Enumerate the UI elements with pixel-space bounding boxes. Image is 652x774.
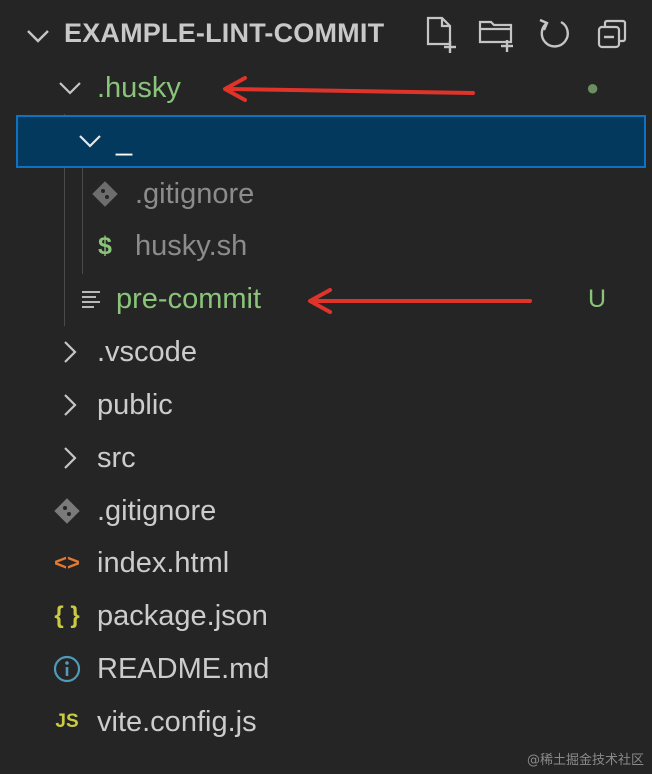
annotation-arrow — [308, 288, 532, 314]
chevron-down-icon — [79, 135, 101, 148]
tree-item-label: .gitignore — [135, 178, 255, 210]
tree-item-package-json[interactable]: { } package.json — [0, 590, 652, 642]
tree-item-label: README.md — [97, 653, 270, 685]
chevron-right-icon — [64, 341, 77, 363]
tree-item-index-html[interactable]: <> index.html — [0, 537, 652, 589]
new-file-icon[interactable] — [420, 14, 460, 54]
explorer-title[interactable]: EXAMPLE-LINT-COMMIT — [64, 18, 384, 49]
html-icon: <> — [54, 550, 80, 575]
json-icon: { } — [54, 602, 80, 629]
info-icon — [50, 643, 84, 695]
chevron-down-icon[interactable] — [22, 20, 54, 52]
git-icon — [88, 168, 122, 220]
tree-item-label: package.json — [97, 600, 268, 632]
tree-item-label: husky.sh — [135, 230, 248, 262]
text-file-icon — [74, 273, 108, 325]
tree-item-label: public — [97, 389, 173, 421]
tree-item-label: .gitignore — [97, 495, 217, 527]
tree-item-label: src — [97, 442, 136, 474]
tree-item-label: index.html — [97, 547, 230, 579]
chevron-down-icon — [59, 82, 81, 95]
tree-item-label: .husky — [97, 72, 181, 104]
javascript-icon: JS — [55, 711, 79, 732]
tree-item-label: _ — [116, 125, 133, 157]
explorer-header: EXAMPLE-LINT-COMMIT — [0, 0, 652, 70]
tree-item-src[interactable]: src — [0, 432, 652, 484]
tree-item-public[interactable]: public — [0, 379, 652, 431]
new-folder-icon[interactable] — [477, 14, 517, 54]
tree-item-label: pre-commit — [116, 283, 262, 315]
tree-item-gitignore-inner[interactable]: .gitignore — [0, 168, 652, 220]
tree-item-underscore[interactable]: _ — [16, 115, 646, 168]
refresh-icon[interactable] — [535, 14, 575, 54]
shell-icon: $ — [98, 231, 112, 260]
tree-item-readme[interactable]: README.md — [0, 643, 652, 695]
watermark: @稀土掘金技术社区 — [526, 753, 644, 768]
tree-item-label: vite.config.js — [97, 706, 257, 738]
git-untracked-badge: U — [588, 285, 607, 313]
tree-item-vite-config[interactable]: JS vite.config.js — [0, 696, 652, 748]
tree-item-vscode[interactable]: .vscode — [0, 326, 652, 378]
tree-item-husky-sh[interactable]: $ husky.sh — [0, 220, 652, 272]
tree-item-gitignore-root[interactable]: .gitignore — [0, 485, 652, 537]
chevron-right-icon — [64, 447, 77, 469]
git-icon — [50, 485, 84, 537]
chevron-right-icon — [64, 394, 77, 416]
collapse-all-icon[interactable] — [592, 14, 632, 54]
tree-item-label: .vscode — [97, 336, 197, 368]
git-modified-dot: ● — [586, 75, 600, 100]
annotation-arrow — [223, 76, 475, 102]
